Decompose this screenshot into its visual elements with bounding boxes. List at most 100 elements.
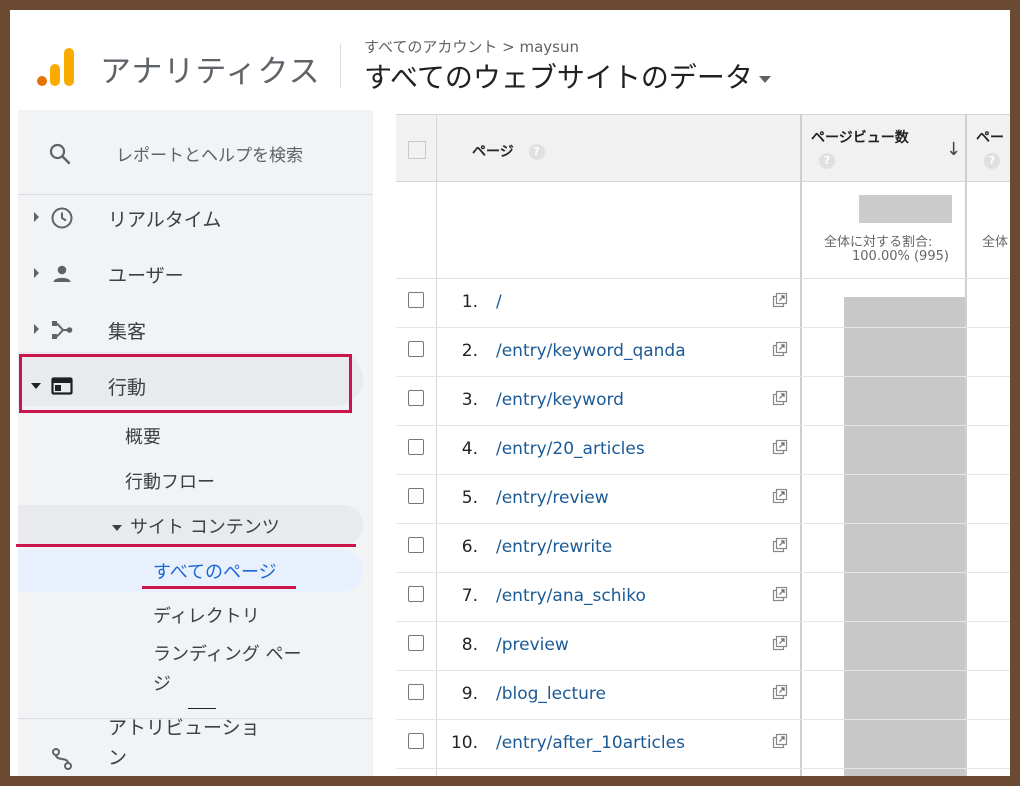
app-window: アナリティクス すべてのアカウント > maysun すべてのウェブサイトのデー…: [10, 10, 1010, 776]
external-link-icon[interactable]: [772, 586, 788, 602]
sidebar-item-users[interactable]: ユーザー: [18, 248, 373, 300]
row-checkbox[interactable]: [408, 635, 424, 651]
sidebar-item-landing-pages[interactable]: ランディング ペー ジ: [153, 640, 301, 700]
highlight-underline: [142, 586, 296, 589]
help-icon[interactable]: ?: [984, 153, 1000, 169]
page-link[interactable]: /entry/keyword_qanda: [496, 341, 686, 361]
attribution-label-line1: アトリビューショ: [108, 717, 260, 739]
collapse-arrow-icon: [112, 525, 122, 531]
external-link-icon[interactable]: [772, 537, 788, 553]
view-title: すべてのウェブサイトのデータ: [364, 61, 753, 94]
attribution-label-line2: ン: [108, 747, 128, 769]
attribution-icon: [52, 748, 72, 770]
table-row: 1. /: [396, 278, 1010, 328]
divider-mark: [188, 708, 216, 709]
sidebar-item-realtime[interactable]: リアルタイム: [18, 192, 373, 244]
external-link-icon[interactable]: [772, 733, 788, 749]
page-link[interactable]: /blog_lecture: [496, 684, 606, 704]
sidebar-item-label: ユーザー: [108, 265, 184, 287]
page-link[interactable]: /entry/rewrite: [496, 537, 612, 557]
table-row: 6. /entry/rewrite: [396, 523, 1010, 573]
landing-label-line2: ジ: [153, 674, 171, 695]
row-checkbox[interactable]: [408, 292, 424, 308]
sidebar-item-site-content[interactable]: サイト コンテンツ: [112, 513, 280, 539]
person-icon: [53, 265, 71, 282]
page-link[interactable]: /entry/20_articles: [496, 439, 645, 459]
sidebar-item-overview[interactable]: 概要: [125, 423, 161, 449]
column-header-page[interactable]: ページ ?: [472, 141, 545, 161]
header: アナリティクス すべてのアカウント > maysun すべてのウェブサイトのデー…: [10, 10, 1010, 110]
attribution-label: アトリビューショ ン: [108, 713, 260, 773]
highlight-box: [19, 354, 352, 413]
sidebar-item-label: サイト コンテンツ: [130, 517, 280, 538]
row-checkbox[interactable]: [408, 488, 424, 504]
external-link-icon[interactable]: [772, 439, 788, 455]
page-link[interactable]: /: [496, 292, 502, 312]
sort-arrow-icon[interactable]: ↓: [946, 139, 961, 160]
column-header-pageviews[interactable]: ページビュー数: [811, 127, 909, 147]
clock-icon: [51, 207, 73, 229]
row-number: 8.: [461, 635, 478, 655]
report-table: ページ ? ページビュー数 ? ↓ ペー ? 全体に対する割合: 100.00%…: [396, 114, 1010, 776]
highlight-underline: [16, 544, 356, 547]
table-row: 2. /entry/keyword_qanda: [396, 327, 1010, 377]
table-row: 8. /preview: [396, 621, 1010, 671]
page-link[interactable]: /entry/ana_schiko: [496, 586, 646, 606]
row-number: 5.: [461, 488, 478, 508]
row-checkbox[interactable]: [408, 684, 424, 700]
row-number: 7.: [461, 586, 478, 606]
column-header-label: ページ: [472, 144, 514, 160]
page-link[interactable]: /entry/after_10articles: [496, 733, 685, 753]
analytics-logo-icon[interactable]: [36, 46, 76, 88]
column-header-3[interactable]: ペー: [976, 127, 1004, 147]
select-all-checkbox[interactable]: [408, 141, 426, 159]
sidebar: レポートとヘルプを検索 リアルタイム ユーザー 集客 行動 概要 行動フロー サ…: [16, 110, 373, 776]
row-number: 1.: [461, 292, 478, 312]
page-link[interactable]: /preview: [496, 635, 569, 655]
expand-arrow-icon: [34, 268, 39, 278]
external-link-icon[interactable]: [772, 635, 788, 651]
row-checkbox[interactable]: [408, 586, 424, 602]
acquisition-icon: [52, 321, 73, 339]
external-link-icon[interactable]: [772, 292, 788, 308]
page-link[interactable]: /entry/review: [496, 488, 609, 508]
summary-col3-label: 全体: [982, 235, 1009, 250]
row-number: 10.: [450, 733, 478, 753]
row-number: 9.: [461, 684, 478, 704]
help-icon[interactable]: ?: [819, 153, 835, 169]
sidebar-item-acquisition[interactable]: 集客: [18, 304, 373, 356]
sidebar-item-attribution[interactable]: アトリビューショ ン: [18, 715, 373, 776]
table-header: ページ ? ページビュー数 ? ↓ ペー ?: [396, 114, 1010, 182]
table-row: 3. /entry/keyword: [396, 376, 1010, 426]
page-link[interactable]: /entry/keyword: [496, 390, 624, 410]
help-icon[interactable]: ?: [528, 144, 545, 160]
external-link-icon[interactable]: [772, 341, 788, 357]
table-row: 4. /entry/20_articles: [396, 425, 1010, 475]
row-checkbox[interactable]: [408, 537, 424, 553]
summary-percent-label: 全体に対する割合:: [824, 235, 933, 250]
expand-arrow-icon: [34, 212, 39, 222]
row-number: 6.: [461, 537, 478, 557]
row-checkbox[interactable]: [408, 733, 424, 749]
search-icon: [49, 143, 71, 165]
row-checkbox[interactable]: [408, 390, 424, 406]
row-checkbox[interactable]: [408, 341, 424, 357]
external-link-icon[interactable]: [772, 488, 788, 504]
row-number: 3.: [461, 390, 478, 410]
external-link-icon[interactable]: [772, 684, 788, 700]
app-title: アナリティクス: [100, 54, 321, 90]
row-number: 4.: [461, 439, 478, 459]
sidebar-item-all-pages[interactable]: すべてのページ: [153, 558, 277, 584]
view-selector[interactable]: すべてのウェブサイトのデータ: [364, 56, 771, 96]
search-label: レポートとヘルプを検索: [116, 146, 303, 166]
breadcrumb[interactable]: すべてのアカウント > maysun: [364, 36, 579, 57]
table-row: 5. /entry/review: [396, 474, 1010, 524]
external-link-icon[interactable]: [772, 390, 788, 406]
sidebar-item-behavior-flow[interactable]: 行動フロー: [125, 468, 215, 494]
sidebar-search[interactable]: レポートとヘルプを検索: [18, 110, 373, 194]
summary-percent-value: 100.00% (995): [852, 249, 949, 264]
sidebar-item-directory[interactable]: ディレクトリ: [153, 602, 260, 628]
sidebar-item-label: リアルタイム: [108, 209, 222, 231]
row-checkbox[interactable]: [408, 439, 424, 455]
sidebar-item-label: 集客: [108, 321, 147, 343]
